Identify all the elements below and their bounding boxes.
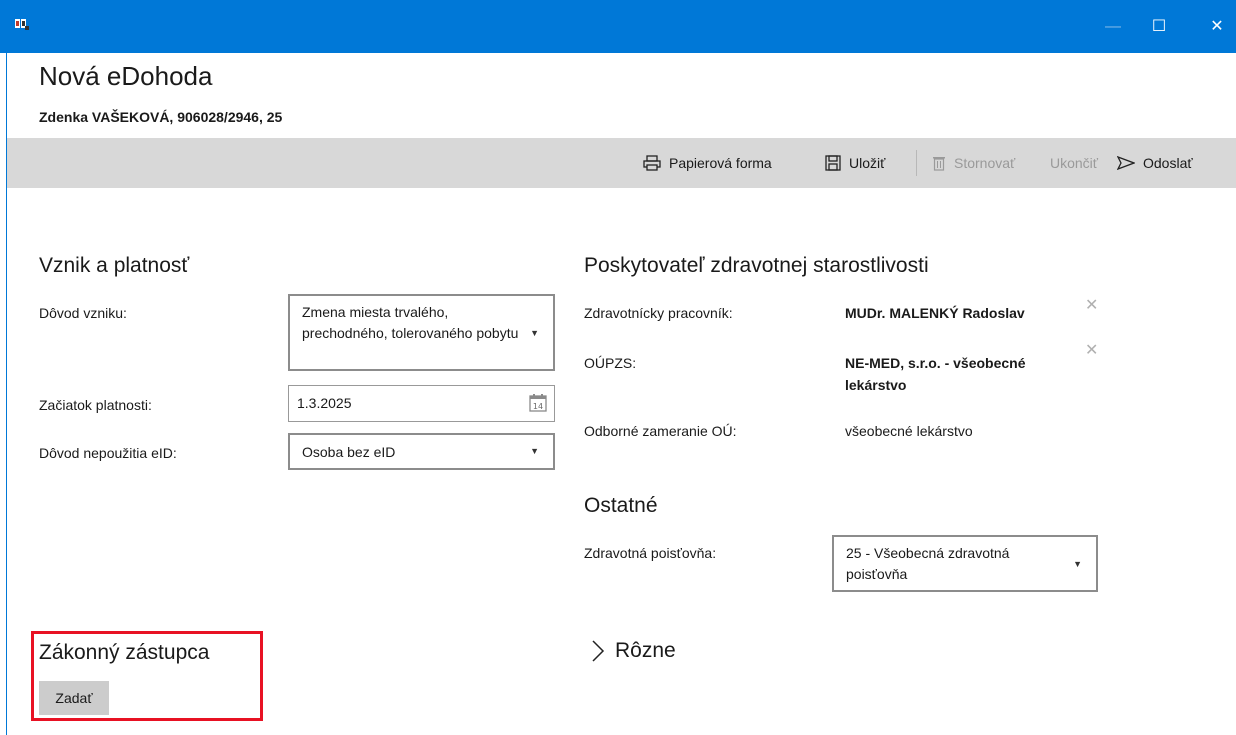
chevron-down-icon: ▼ — [1073, 559, 1082, 569]
calendar-icon[interactable]: 14 — [528, 393, 548, 413]
save-button[interactable]: Uložiť — [825, 138, 885, 188]
insurance-label: Zdravotná poisťovňa: — [584, 545, 717, 561]
svg-text:14: 14 — [533, 402, 543, 411]
main-content: Nová eDohoda Zdenka VAŠEKOVÁ, 906028/294… — [6, 53, 1236, 735]
insurance-value: 25 - Všeobecná zdravotná poisťovňa — [846, 545, 1010, 582]
paper-form-label: Papierová forma — [669, 155, 772, 171]
cancel-button[interactable]: Stornovať — [932, 138, 1015, 188]
worker-value: MUDr. MALENKÝ Radoslav — [845, 305, 1025, 321]
oupzs-value: NE-MED, s.r.o. - všeobecné lekárstvo — [845, 355, 1026, 393]
patient-info: Zdenka VAŠEKOVÁ, 906028/2946, 25 — [39, 109, 283, 125]
close-window-button[interactable]: ✕ — [1194, 0, 1236, 53]
toolbar: Papierová forma Uložiť Stornovať Ukončiť — [7, 138, 1236, 188]
send-icon — [1117, 156, 1135, 170]
reason-label: Dôvod vzniku: — [39, 305, 127, 321]
paper-form-button[interactable]: Papierová forma — [643, 138, 772, 188]
focus-label: Odborné zameranie OÚ: — [584, 423, 737, 439]
send-label: Odoslať — [1143, 155, 1193, 171]
reason-dropdown[interactable]: Zmena miesta trvalého, prechodného, tole… — [288, 294, 555, 371]
save-label: Uložiť — [849, 155, 886, 171]
page-title: Nová eDohoda — [39, 61, 213, 91]
chevron-down-icon: ▼ — [530, 328, 539, 338]
eid-reason-value: Osoba bez eID — [302, 444, 396, 460]
cancel-label: Stornovať — [954, 155, 1016, 171]
start-date-value: 1.3.2025 — [297, 395, 352, 411]
send-button[interactable]: Odoslať — [1117, 138, 1193, 188]
clear-worker-close-icon[interactable]: ✕ — [1085, 295, 1098, 315]
start-date-field[interactable]: 1.3.2025 14 — [288, 385, 555, 422]
window-titlebar: — ☐ ✕ — [0, 0, 1236, 53]
toolbar-separator — [916, 150, 917, 176]
end-label: Ukončiť — [1050, 155, 1099, 171]
save-icon — [825, 155, 841, 171]
eid-reason-label: Dôvod nepoužitia eID: — [39, 445, 177, 461]
printer-icon — [643, 155, 661, 171]
chevron-right-icon — [592, 640, 605, 662]
app-logo-icon — [15, 19, 29, 30]
section-title-other: Ostatné — [584, 494, 658, 517]
focus-value: všeobecné lekárstvo — [845, 423, 973, 439]
highlight-box — [31, 631, 263, 721]
maximize-button[interactable]: ☐ — [1136, 0, 1182, 53]
reason-value: Zmena miesta trvalého, prechodného, tole… — [302, 304, 519, 341]
eid-reason-dropdown[interactable]: Osoba bez eID ▼ — [288, 433, 555, 470]
end-button[interactable]: Ukončiť — [1050, 138, 1098, 188]
insurance-dropdown[interactable]: 25 - Všeobecná zdravotná poisťovňa ▼ — [832, 535, 1098, 592]
misc-expander[interactable]: Rôzne — [591, 639, 676, 663]
minimize-button[interactable]: — — [1090, 0, 1136, 53]
chevron-down-icon: ▼ — [530, 446, 539, 456]
section-title-provider: Poskytovateľ zdravotnej starostlivosti — [584, 254, 929, 277]
section-title-vznik: Vznik a platnosť — [39, 254, 190, 277]
misc-title: Rôzne — [615, 639, 676, 662]
clear-oupzs-close-icon[interactable]: ✕ — [1085, 340, 1098, 360]
trash-icon — [933, 157, 945, 171]
start-date-label: Začiatok platnosti: — [39, 397, 152, 413]
oupzs-label: OÚPZS: — [584, 355, 637, 371]
worker-label: Zdravotnícky pracovník: — [584, 305, 733, 321]
